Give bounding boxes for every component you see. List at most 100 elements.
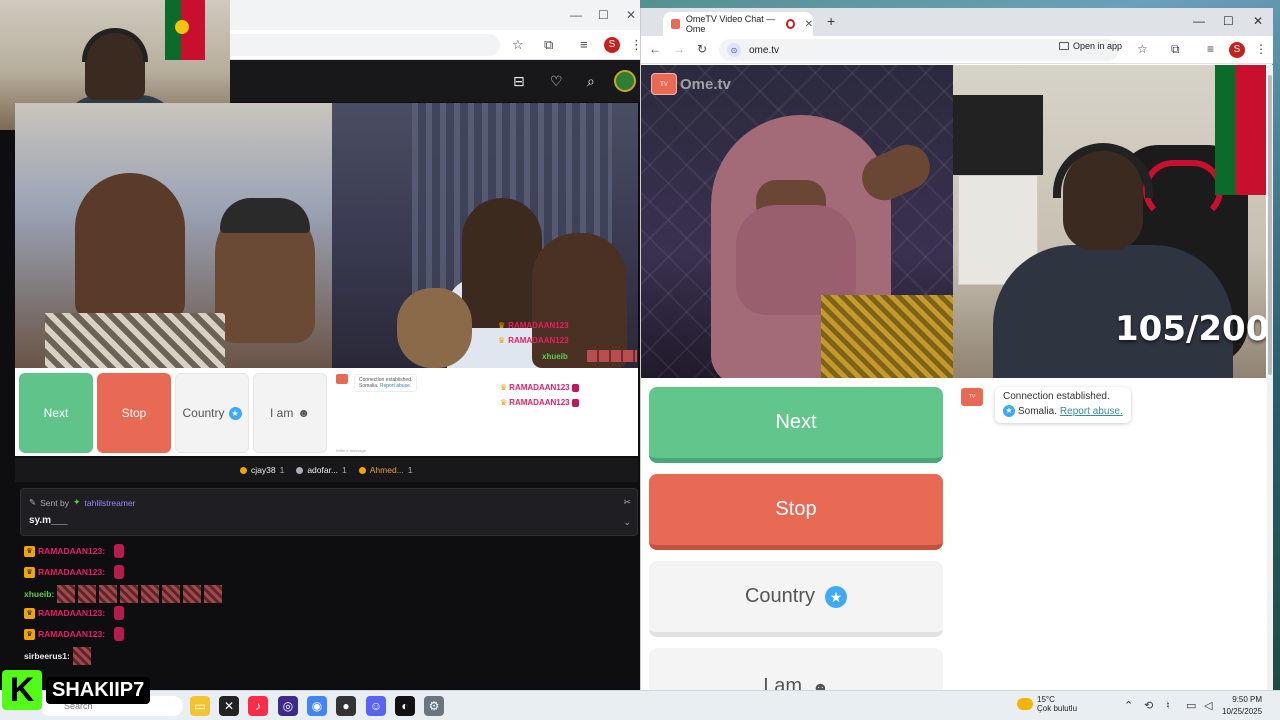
time-text: 9:50 PM bbox=[1232, 695, 1262, 704]
close-icon[interactable]: ✕ bbox=[626, 8, 636, 22]
progress-counter: 105/200 bbox=[1115, 309, 1266, 349]
new-tab-icon[interactable]: + bbox=[827, 13, 835, 29]
profile-avatar[interactable]: S bbox=[604, 37, 620, 53]
drop-icon bbox=[571, 383, 579, 392]
menu-icon[interactable]: ⋮ bbox=[1255, 42, 1267, 56]
taskbar: Search ▭ ✕ ♪ ◎ ◉ ● ☺ ◐ ⚙ 15°C Çok bulutl… bbox=[0, 690, 1280, 720]
chat-username[interactable]: RAMADAAN123: bbox=[38, 608, 105, 618]
chat-username[interactable]: xhueib: bbox=[24, 589, 54, 599]
close-tab-icon[interactable]: ✕ bbox=[805, 19, 813, 30]
extensions-icon[interactable]: ⧉ bbox=[1171, 42, 1180, 57]
inventory-icon[interactable]: ⊟ bbox=[513, 73, 525, 90]
pinned-message: ✎ Sent by ✦ tahlilstreamer sy.m___ ✂ ⌄ bbox=[20, 488, 638, 536]
unpin-icon[interactable]: ✂ bbox=[623, 497, 631, 508]
display-icon[interactable]: ▭ bbox=[1186, 699, 1196, 712]
settings-gear-icon[interactable]: ⚙ bbox=[424, 696, 444, 716]
overlay-username: RAMADAAN123 bbox=[508, 336, 569, 345]
crown-icon: ♛ bbox=[24, 545, 35, 557]
kick-logo-icon: K bbox=[2, 670, 42, 710]
file-explorer-icon[interactable]: ▭ bbox=[190, 696, 210, 716]
discord-icon[interactable]: ☺ bbox=[366, 696, 386, 716]
app-circle-icon[interactable]: ◎ bbox=[278, 696, 298, 716]
chevron-down-icon[interactable]: ⌄ bbox=[623, 517, 631, 528]
button-label: Stop bbox=[121, 406, 147, 420]
chat-message: ♛ RAMADAAN123: bbox=[24, 627, 125, 641]
x-app-icon[interactable]: ✕ bbox=[219, 696, 239, 716]
crown-icon: ♛ bbox=[500, 398, 508, 407]
maximize-icon[interactable]: ☐ bbox=[598, 8, 609, 22]
crown-icon: ♛ bbox=[498, 321, 506, 330]
heart-icon[interactable]: ♡ bbox=[550, 73, 563, 90]
bookmark-star-icon[interactable]: ☆ bbox=[1137, 42, 1148, 56]
sync-icon[interactable]: ⟲ bbox=[1144, 699, 1153, 712]
chat-username[interactable]: RAMADAAN123: bbox=[38, 546, 105, 556]
media-icon[interactable]: ≡ bbox=[1207, 42, 1214, 56]
forward-icon[interactable]: → bbox=[673, 42, 685, 56]
minimize-icon[interactable]: — bbox=[570, 8, 582, 22]
bookmark-star-icon[interactable]: ☆ bbox=[512, 37, 524, 53]
chip-name: cjay38 bbox=[251, 465, 276, 475]
sender-name[interactable]: tahlilstreamer bbox=[85, 498, 136, 508]
media-icon[interactable]: ≡ bbox=[580, 37, 588, 52]
github-icon[interactable]: ◐ bbox=[395, 696, 415, 716]
report-abuse-link[interactable]: Report abuse. bbox=[1060, 406, 1123, 417]
scrollbar[interactable] bbox=[1267, 65, 1273, 690]
chat-username[interactable]: sirbeerus1: bbox=[24, 651, 70, 661]
badge-icon bbox=[358, 466, 366, 474]
chat-username[interactable]: RAMADAAN123: bbox=[38, 567, 105, 577]
stop-button[interactable]: Stop bbox=[649, 474, 943, 550]
button-label: I am bbox=[270, 406, 294, 420]
microphone-icon[interactable]: ♮ bbox=[1166, 699, 1170, 712]
left-address-bar: ☆ ⧉ ≡ S ⋮ bbox=[230, 30, 643, 60]
star-icon: ★ bbox=[825, 585, 848, 608]
profile-avatar[interactable]: S bbox=[1229, 42, 1245, 58]
drop-icon bbox=[571, 398, 579, 407]
viewer-chip[interactable]: Ahmed... 1 bbox=[358, 465, 413, 475]
tab-title: OmeTV Video Chat — Ome bbox=[685, 14, 776, 34]
chat-username: RAMADAAN123 bbox=[509, 383, 570, 392]
chat-username[interactable]: RAMADAAN123: bbox=[38, 629, 105, 639]
close-window-icon[interactable]: ✕ bbox=[1253, 14, 1263, 28]
emote-icon bbox=[57, 585, 76, 603]
extensions-icon[interactable]: ⧉ bbox=[544, 37, 553, 53]
chat-message: sirbeerus1: bbox=[24, 647, 91, 665]
viewer-chip[interactable]: adofar... 1 bbox=[296, 465, 347, 475]
back-icon[interactable]: ← bbox=[649, 42, 661, 56]
crown-icon: ♛ bbox=[498, 336, 506, 345]
search-icon[interactable]: ⌕ bbox=[587, 73, 595, 90]
inner-stop-button: Stop bbox=[97, 373, 171, 453]
emote-row bbox=[587, 350, 637, 362]
maximize-icon[interactable]: ☐ bbox=[1223, 14, 1234, 28]
button-label: Country bbox=[182, 406, 225, 420]
tab-strip: OmeTV Video Chat — Ome ✕ + — ☐ ✕ bbox=[641, 8, 1273, 36]
person bbox=[462, 198, 542, 328]
report-abuse-link: Report abuse. bbox=[379, 383, 412, 389]
tv bbox=[953, 95, 1043, 175]
chat-message: ♛ RAMADAAN123: bbox=[24, 565, 125, 579]
drop-emote-icon bbox=[114, 606, 125, 620]
country-button[interactable]: Country ★ bbox=[649, 561, 943, 637]
minimize-icon[interactable]: — bbox=[1193, 14, 1205, 28]
inner-chat-message: ♛ RAMADAAN123 bbox=[500, 383, 579, 392]
scrollbar-thumb[interactable] bbox=[1268, 75, 1272, 375]
left-omnibox[interactable] bbox=[230, 34, 500, 56]
weather-widget[interactable]: 15°C Çok bulutlu bbox=[1017, 695, 1077, 713]
next-button[interactable]: Next bbox=[649, 387, 943, 463]
stream-browser-window: — ☐ ✕ ☆ ⧉ ≡ S ⋮ ⊟ ♡ ⌕ ♛ RAMADAAN123 ♛ RA… bbox=[0, 0, 643, 690]
ometv-logo-icon bbox=[336, 374, 348, 384]
reload-icon[interactable]: ↻ bbox=[697, 42, 707, 56]
tab-ometv[interactable]: OmeTV Video Chat — Ome ✕ bbox=[663, 12, 813, 36]
music-icon[interactable]: ♪ bbox=[248, 696, 268, 716]
inner-country-button: Country ★ bbox=[175, 373, 249, 453]
badge-icon bbox=[296, 466, 304, 474]
chevron-up-icon[interactable]: ⌃ bbox=[1124, 699, 1133, 712]
viewer-chip[interactable]: cjay38 1 bbox=[240, 465, 284, 475]
recorder-icon[interactable]: ● bbox=[336, 696, 356, 716]
open-in-app-button[interactable]: Open in app bbox=[1059, 41, 1122, 51]
clock[interactable]: 9:50 PM 10/25/2025 bbox=[1222, 694, 1262, 718]
user-avatar[interactable] bbox=[614, 70, 636, 92]
speaker-icon[interactable]: ◁ bbox=[1204, 699, 1212, 712]
emote-icon bbox=[72, 647, 91, 665]
chrome-icon[interactable]: ◉ bbox=[307, 696, 327, 716]
site-info-icon[interactable]: ⊙ bbox=[727, 43, 741, 57]
